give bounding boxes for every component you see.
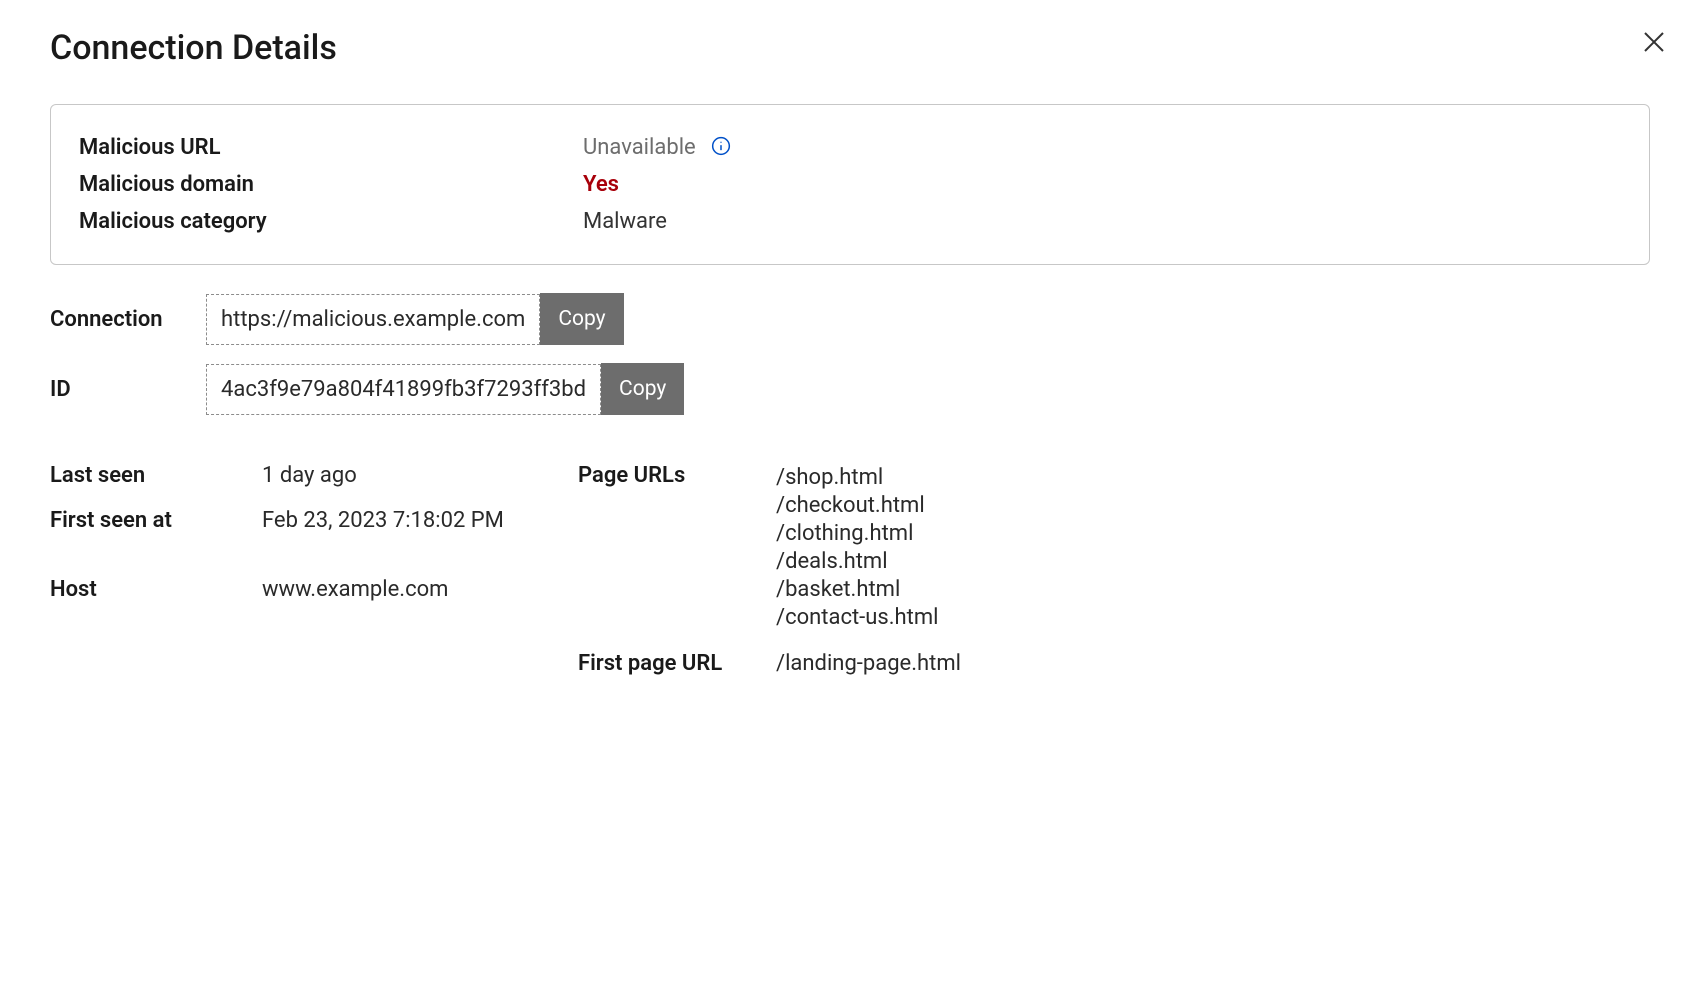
id-label: ID xyxy=(50,377,206,402)
meta-column-right: Page URLs /shop.html /checkout.html /clo… xyxy=(578,459,1650,692)
copy-connection-button[interactable]: Copy xyxy=(540,293,623,345)
page-urls-list: /shop.html /checkout.html /clothing.html… xyxy=(776,463,939,631)
last-seen-row: Last seen 1 day ago xyxy=(50,459,578,504)
connection-details-dialog: Connection Details Malicious URL Unavail… xyxy=(0,0,1700,752)
connection-row: Connection https://malicious.example.com… xyxy=(50,293,1650,345)
malicious-url-row: Malicious URL Unavailable xyxy=(79,129,1621,166)
connection-value[interactable]: https://malicious.example.com xyxy=(206,294,540,345)
info-icon[interactable] xyxy=(711,136,731,156)
malicious-category-row: Malicious category Malware xyxy=(79,203,1621,240)
first-page-url-row: First page URL /landing-page.html xyxy=(578,647,1650,692)
malicious-summary-card: Malicious URL Unavailable Malicious doma… xyxy=(50,104,1650,265)
malicious-category-label: Malicious category xyxy=(79,209,583,234)
malicious-domain-row: Malicious domain Yes xyxy=(79,166,1621,203)
host-label: Host xyxy=(50,577,262,602)
id-row: ID 4ac3f9e79a804f41899fb3f7293ff3bd Copy xyxy=(50,363,1650,415)
meta-columns: Last seen 1 day ago First seen at Feb 23… xyxy=(50,459,1650,692)
page-url-item: /checkout.html xyxy=(776,491,939,519)
page-url-item: /deals.html xyxy=(776,547,939,575)
first-page-url-label: First page URL xyxy=(578,651,776,676)
meta-column-left: Last seen 1 day ago First seen at Feb 23… xyxy=(50,459,578,692)
first-seen-value: Feb 23, 2023 7:18:02 PM xyxy=(262,508,504,533)
page-urls-row: Page URLs /shop.html /checkout.html /clo… xyxy=(578,459,1650,647)
close-icon xyxy=(1643,31,1665,53)
malicious-url-label: Malicious URL xyxy=(79,135,583,160)
last-seen-label: Last seen xyxy=(50,463,262,488)
page-url-item: /clothing.html xyxy=(776,519,939,547)
copy-id-button[interactable]: Copy xyxy=(601,363,684,415)
page-url-item: /shop.html xyxy=(776,463,939,491)
first-seen-row: First seen at Feb 23, 2023 7:18:02 PM xyxy=(50,504,578,549)
page-url-item: /contact-us.html xyxy=(776,603,939,631)
copy-section: Connection https://malicious.example.com… xyxy=(50,293,1650,415)
host-value: www.example.com xyxy=(262,577,448,602)
close-button[interactable] xyxy=(1638,26,1670,58)
page-urls-label: Page URLs xyxy=(578,463,776,488)
first-seen-label: First seen at xyxy=(50,508,262,533)
malicious-url-value: Unavailable xyxy=(583,135,731,160)
connection-label: Connection xyxy=(50,307,206,332)
page-title: Connection Details xyxy=(50,28,1650,68)
page-url-item: /basket.html xyxy=(776,575,939,603)
id-value[interactable]: 4ac3f9e79a804f41899fb3f7293ff3bd xyxy=(206,364,601,415)
malicious-domain-value: Yes xyxy=(583,172,619,197)
malicious-domain-label: Malicious domain xyxy=(79,172,583,197)
malicious-url-value-text: Unavailable xyxy=(583,135,696,160)
last-seen-value: 1 day ago xyxy=(262,463,357,488)
malicious-category-value: Malware xyxy=(583,209,667,234)
first-page-url-value: /landing-page.html xyxy=(776,651,961,676)
host-row: Host www.example.com xyxy=(50,573,578,618)
